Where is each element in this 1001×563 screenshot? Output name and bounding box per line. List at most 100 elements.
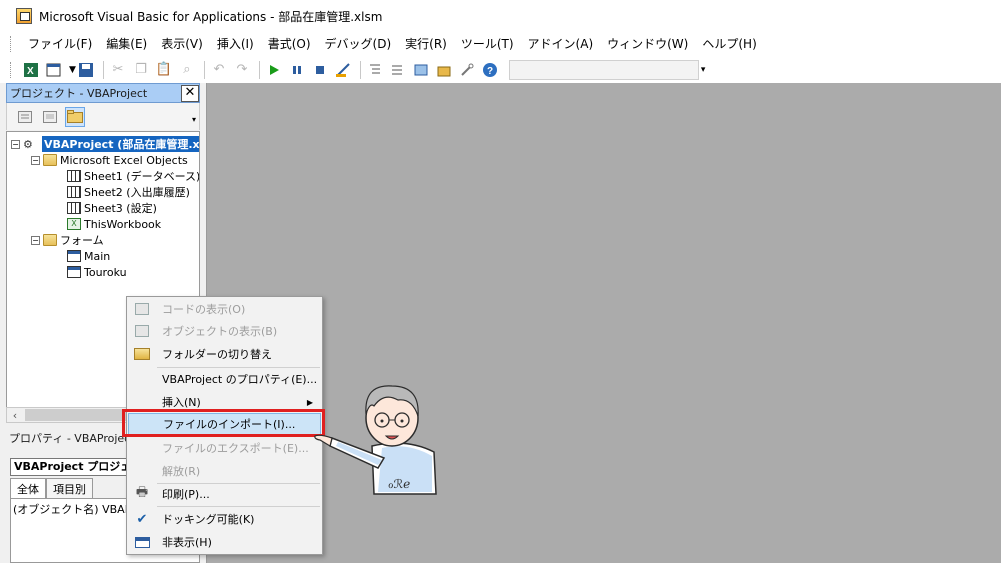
object-browser-icon[interactable]	[411, 60, 431, 80]
menu-help[interactable]: ヘルプ(H)	[695, 34, 763, 54]
insert-userform-icon[interactable]	[44, 60, 64, 80]
check-icon: ✔	[136, 511, 148, 527]
view-code-icon	[135, 303, 149, 315]
chevron-down-icon[interactable]: ▼	[69, 65, 76, 75]
undo-icon[interactable]: ↶	[209, 60, 229, 80]
tree-sheet1-label[interactable]: Sheet1 (データベース)	[84, 168, 199, 184]
menu-window[interactable]: ウィンドウ(W)	[600, 34, 695, 54]
tree-sheet1-row[interactable]: Sheet1 (データベース)	[67, 168, 199, 184]
properties-tabs: 全体 項目別	[10, 478, 93, 498]
collapse-icon[interactable]: −	[11, 139, 20, 149]
userform-icon	[67, 250, 81, 262]
cut-icon[interactable]: ✂	[108, 60, 128, 80]
close-icon[interactable]: ✕	[181, 84, 199, 102]
menu-item-view-code[interactable]: コードの表示(O)	[128, 298, 321, 320]
project-explorer-header: プロジェクト - VBAProject ✕	[6, 83, 200, 103]
toolbar-separator	[258, 60, 260, 79]
tree-root-label[interactable]: VBAProject (部品在庫管理.xlsm)	[42, 136, 199, 152]
redo-icon[interactable]: ↷	[232, 60, 252, 80]
tree-sheet2-row[interactable]: Sheet2 (入出庫履歴)	[67, 184, 190, 200]
menu-run[interactable]: 実行(R)	[398, 34, 454, 54]
menu-edit[interactable]: 編集(E)	[99, 34, 154, 54]
folder-icon	[43, 234, 57, 246]
tree-form-main-label[interactable]: Main	[84, 250, 110, 263]
toolbar-separator	[203, 60, 205, 79]
tree-forms-label[interactable]: フォーム	[60, 232, 104, 248]
view-code-icon[interactable]	[15, 107, 35, 127]
menu-view[interactable]: 表示(V)	[154, 34, 210, 54]
toolbar-overflow-icon[interactable]: ▾	[192, 115, 196, 124]
toggle-folders-icon[interactable]	[65, 106, 85, 127]
menu-addins[interactable]: アドイン(A)	[521, 34, 601, 54]
collapse-icon[interactable]: −	[31, 235, 40, 245]
view-object-icon	[135, 325, 149, 337]
sheet-icon	[67, 186, 81, 198]
tree-forms-row[interactable]: − フォーム	[31, 232, 104, 248]
menu-item-label: オブジェクトの表示(B)	[162, 325, 278, 338]
menu-item-label: コードの表示(O)	[162, 303, 246, 316]
vba-project-icon: ⚙	[23, 138, 33, 151]
save-icon[interactable]	[76, 60, 96, 80]
menu-item-project-properties[interactable]: VBAProject のプロパティ(E)...	[128, 368, 321, 390]
folder-icon	[43, 154, 57, 166]
menu-format[interactable]: 書式(O)	[261, 34, 318, 54]
run-icon[interactable]	[264, 60, 284, 80]
tree-sheet2-label[interactable]: Sheet2 (入出庫履歴)	[84, 184, 190, 200]
toolbox-icon[interactable]	[434, 60, 454, 80]
menu-item-label: ファイルのエクスポート(E)...	[162, 442, 309, 455]
project-explorer-icon[interactable]	[365, 60, 385, 80]
toolbar-separator	[359, 60, 361, 79]
copy-icon[interactable]: ❐	[131, 60, 151, 80]
menu-item-hide[interactable]: 非表示(H)	[128, 531, 321, 553]
toolbar-options-icon[interactable]: ▾	[701, 65, 706, 75]
menu-item-label: ドッキング可能(K)	[162, 513, 255, 526]
menu-insert[interactable]: 挿入(I)	[210, 34, 261, 54]
menu-item-dockable[interactable]: ✔ ドッキング可能(K)	[128, 508, 321, 530]
project-explorer-toolbar: ▾	[6, 103, 200, 130]
tree-root-row[interactable]: − ⚙ VBAProject (部品在庫管理.xlsm)	[11, 136, 199, 152]
pointing-person-illustration: ℴℛℯ	[314, 385, 437, 495]
menu-item-print[interactable]: 🖶 印刷(P)...	[128, 483, 321, 505]
excel-icon[interactable]: X	[21, 60, 41, 80]
toolbar-grip[interactable]	[10, 61, 13, 78]
sheet-icon	[67, 202, 81, 214]
menu-item-toggle-folders[interactable]: フォルダーの切り替え	[128, 343, 321, 365]
view-object-icon[interactable]	[40, 107, 60, 127]
menubar-grip[interactable]	[10, 36, 13, 52]
menu-item-view-object[interactable]: オブジェクトの表示(B)	[128, 320, 321, 342]
menu-debug[interactable]: デバッグ(D)	[318, 34, 399, 54]
scroll-left-icon[interactable]: ‹	[7, 409, 23, 422]
menu-item-export-file[interactable]: ファイルのエクスポート(E)...	[128, 437, 321, 459]
collapse-icon[interactable]: −	[31, 155, 40, 165]
title-bar: Microsoft Visual Basic for Applications …	[0, 0, 1001, 32]
menu-separator	[157, 506, 320, 507]
menu-file[interactable]: ファイル(F)	[21, 34, 99, 54]
folder-icon	[134, 348, 150, 360]
userform-icon	[67, 266, 81, 278]
tree-form-main-row[interactable]: Main	[67, 248, 110, 264]
tab-categorized[interactable]: 項目別	[46, 478, 93, 498]
tree-form-touroku-label[interactable]: Touroku	[84, 266, 127, 279]
tools-icon[interactable]	[457, 60, 477, 80]
paste-icon[interactable]: 📋	[154, 60, 174, 80]
hide-icon	[134, 536, 150, 548]
tree-thisworkbook-row[interactable]: X ThisWorkbook	[67, 216, 161, 232]
toolbar-separator	[102, 60, 104, 79]
find-icon[interactable]: ⌕	[177, 60, 197, 80]
tree-form-touroku-row[interactable]: Touroku	[67, 264, 127, 280]
tab-alphabetic[interactable]: 全体	[10, 478, 46, 498]
tree-sheet3-label[interactable]: Sheet3 (設定)	[84, 200, 157, 216]
break-icon[interactable]	[287, 60, 307, 80]
menu-item-label: 挿入(N)	[162, 396, 201, 409]
property-name: (オブジェクト名)	[13, 503, 99, 516]
design-mode-icon[interactable]	[333, 60, 353, 80]
tree-excel-objects-label[interactable]: Microsoft Excel Objects	[60, 154, 188, 167]
reset-icon[interactable]	[310, 60, 330, 80]
tree-thisworkbook-label[interactable]: ThisWorkbook	[84, 218, 161, 231]
tree-excel-objects-row[interactable]: − Microsoft Excel Objects	[31, 152, 188, 168]
help-icon[interactable]: ?	[480, 60, 500, 80]
menu-item-remove[interactable]: 解放(R)	[128, 460, 321, 482]
tree-sheet3-row[interactable]: Sheet3 (設定)	[67, 200, 157, 216]
properties-icon[interactable]	[388, 60, 408, 80]
menu-tools[interactable]: ツール(T)	[454, 34, 521, 54]
